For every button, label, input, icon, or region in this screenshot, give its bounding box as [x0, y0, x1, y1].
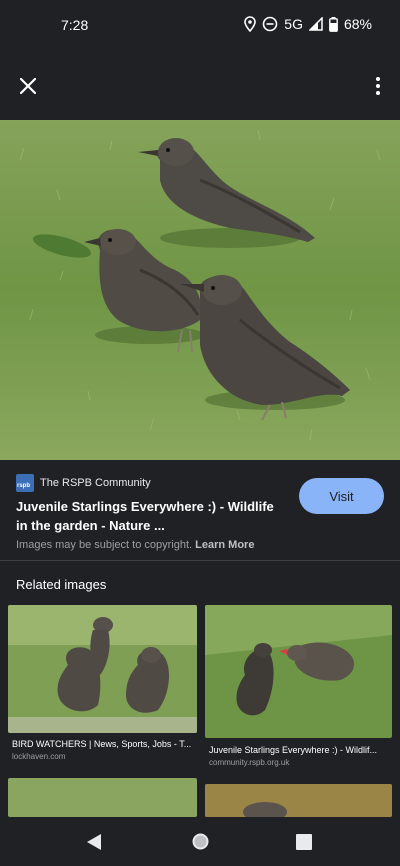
- related-thumbnail[interactable]: [8, 778, 197, 817]
- more-vert-icon: [376, 77, 380, 95]
- nav-back-button[interactable]: [86, 833, 102, 856]
- copyright-text: Images may be subject to copyright.: [16, 539, 193, 551]
- related-thumbnail[interactable]: [205, 605, 392, 738]
- close-button[interactable]: [14, 72, 42, 100]
- result-title[interactable]: Juvenile Starlings Everywhere :) - Wildl…: [16, 497, 288, 535]
- system-nav-bar: [0, 817, 400, 866]
- main-image[interactable]: [0, 120, 400, 460]
- related-thumbnail[interactable]: [205, 784, 392, 817]
- location-icon: [244, 16, 257, 32]
- battery-icon: [329, 16, 338, 32]
- battery-label: 68%: [343, 16, 372, 32]
- related-thumbnail[interactable]: [8, 605, 197, 733]
- nav-recents-button[interactable]: [296, 834, 312, 855]
- copyright-notice: Images may be subject to copyright. Lear…: [16, 539, 254, 551]
- related-caption: BIRD WATCHERS | News, Sports, Jobs - T..…: [12, 739, 192, 749]
- nav-home-button[interactable]: [191, 832, 210, 856]
- source-name: The RSPB Community: [40, 477, 151, 489]
- more-options-button[interactable]: [370, 72, 386, 100]
- learn-more-link[interactable]: Learn More: [195, 539, 254, 551]
- related-image-card[interactable]: Juvenile Starlings Everywhere :) - Wildl…: [205, 605, 392, 770]
- related-image-card[interactable]: [205, 784, 392, 817]
- related-images-heading: Related images: [16, 577, 107, 592]
- viewer-toolbar: [0, 60, 400, 112]
- back-triangle-icon: [87, 834, 101, 850]
- status-icons: 5G 68%: [244, 16, 372, 32]
- do-not-disturb-icon: [262, 16, 278, 32]
- status-time: 7:28: [61, 17, 89, 33]
- rspb-favicon-icon: rspb: [16, 474, 34, 492]
- related-domain: lockhaven.com: [12, 752, 66, 761]
- related-caption: Juvenile Starlings Everywhere :) - Wildl…: [209, 745, 378, 755]
- related-domain: community.rspb.org.uk: [209, 758, 290, 767]
- visit-button[interactable]: Visit: [299, 478, 384, 514]
- close-icon: [19, 77, 37, 95]
- related-image-card[interactable]: BIRD WATCHERS | News, Sports, Jobs - T..…: [8, 605, 197, 765]
- signal-icon: [308, 17, 323, 31]
- network-label: 5G: [284, 16, 303, 32]
- divider: [0, 560, 400, 561]
- related-image-card[interactable]: [8, 778, 197, 817]
- recents-square-icon: [296, 834, 312, 850]
- status-bar: 7:28 5G 68%: [0, 0, 400, 50]
- home-circle-icon: [192, 833, 209, 850]
- source-row[interactable]: rspb The RSPB Community: [16, 474, 151, 492]
